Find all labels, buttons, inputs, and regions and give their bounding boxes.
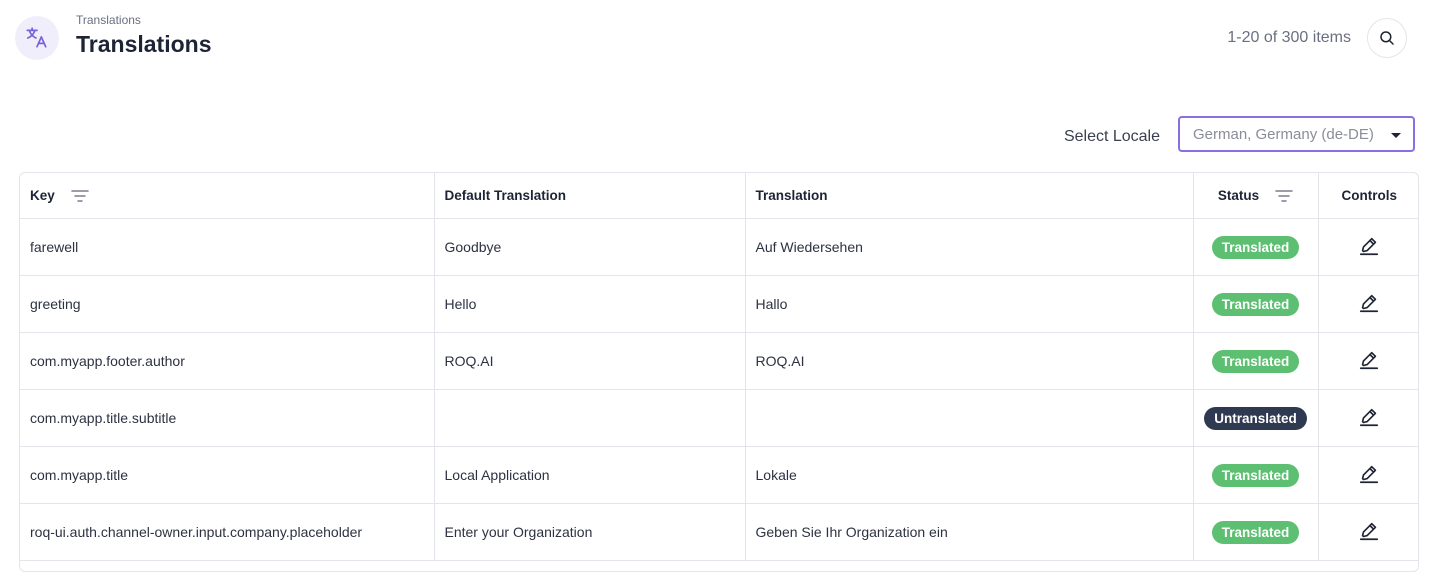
cell-translation: Auf Wiedersehen [745, 218, 1194, 276]
status-badge: Untranslated [1204, 406, 1307, 430]
edit-button[interactable] [1358, 463, 1380, 485]
pencil-icon [1358, 406, 1380, 428]
column-header-key: Key [20, 173, 435, 219]
table-row: greeting Hello Hallo Translated [20, 275, 1418, 333]
filter-icon[interactable] [71, 189, 89, 203]
cell-default-translation [434, 389, 746, 447]
cell-key: com.myapp.footer.author [20, 332, 435, 390]
search-button[interactable] [1367, 18, 1407, 58]
cell-translation [745, 389, 1194, 447]
page-header: Translations Translations 1-20 of 300 it… [0, 0, 1439, 80]
edit-button[interactable] [1358, 520, 1380, 542]
cell-default-translation: Goodbye [434, 218, 746, 276]
cell-default-translation: Hello [434, 275, 746, 333]
pagination-count: 1-20 of 300 items [1227, 29, 1351, 46]
translations-table: Key Default Translation Translation Stat… [19, 172, 1419, 572]
pencil-icon [1358, 349, 1380, 371]
cell-translation: Geben Sie Ihr Organization ein [745, 503, 1194, 561]
cell-controls [1318, 503, 1418, 561]
cell-status: Translated [1193, 275, 1319, 333]
cell-status: Translated [1193, 503, 1319, 561]
cell-default-translation: Local Application [434, 446, 746, 504]
status-badge: Translated [1211, 292, 1300, 316]
page-title: Translations [76, 31, 212, 57]
locale-dropdown[interactable]: German, Germany (de-DE) [1178, 116, 1415, 152]
column-label: Default Translation [444, 188, 567, 203]
locale-selected-value: German, Germany (de-DE) [1193, 125, 1374, 143]
edit-button[interactable] [1358, 349, 1380, 371]
pencil-icon [1358, 520, 1380, 542]
table-row: farewell Goodbye Auf Wiedersehen Transla… [20, 218, 1418, 276]
cell-status: Translated [1193, 218, 1319, 276]
caret-down-icon [1391, 133, 1401, 138]
cell-key: com.myapp.title [20, 446, 435, 504]
cell-key: greeting [20, 275, 435, 333]
table-row: roq-ui.auth.channel-owner.input.company.… [20, 503, 1418, 561]
column-label: Translation [755, 188, 828, 203]
cell-controls [1318, 332, 1418, 390]
cell-default-translation: Enter your Organization [434, 503, 746, 561]
column-header-controls: Controls [1318, 173, 1418, 219]
cell-controls [1318, 218, 1418, 276]
pencil-icon [1358, 463, 1380, 485]
cell-key: farewell [20, 218, 435, 276]
cell-status: Translated [1193, 332, 1319, 390]
breadcrumb[interactable]: Translations [76, 13, 141, 27]
filter-icon[interactable] [1275, 189, 1293, 203]
table-header-row: Key Default Translation Translation Stat… [20, 173, 1418, 219]
column-header-translation: Translation [745, 173, 1194, 219]
edit-button[interactable] [1358, 235, 1380, 257]
column-header-status: Status [1193, 173, 1319, 219]
cell-translation: Hallo [745, 275, 1194, 333]
cell-controls [1318, 446, 1418, 504]
column-label: Controls [1341, 188, 1398, 203]
cell-controls [1318, 275, 1418, 333]
translate-icon [15, 16, 59, 60]
cell-key: roq-ui.auth.channel-owner.input.company.… [20, 503, 435, 561]
cell-controls [1318, 389, 1418, 447]
cell-translation: ROQ.AI [745, 332, 1194, 390]
status-badge: Translated [1211, 463, 1300, 487]
select-locale-label: Select Locale [1063, 128, 1160, 145]
cell-translation: Lokale [745, 446, 1194, 504]
search-icon [1378, 29, 1396, 47]
pencil-icon [1358, 292, 1380, 314]
cell-key: com.myapp.title.subtitle [20, 389, 435, 447]
column-header-default-translation: Default Translation [434, 173, 746, 219]
edit-button[interactable] [1358, 292, 1380, 314]
status-badge: Translated [1211, 349, 1300, 373]
table-row: com.myapp.footer.author ROQ.AI ROQ.AI Tr… [20, 332, 1418, 390]
column-label: Key [30, 188, 55, 203]
status-badge: Translated [1211, 520, 1300, 544]
column-label: Status [1217, 188, 1260, 203]
status-badge: Translated [1211, 235, 1300, 259]
pencil-icon [1358, 235, 1380, 257]
cell-status: Untranslated [1193, 389, 1319, 447]
table-row: com.myapp.title.subtitle Untranslated [20, 389, 1418, 447]
cell-default-translation: ROQ.AI [434, 332, 746, 390]
edit-button[interactable] [1358, 406, 1380, 428]
cell-status: Translated [1193, 446, 1319, 504]
table-row: com.myapp.title Local Application Lokale… [20, 446, 1418, 504]
